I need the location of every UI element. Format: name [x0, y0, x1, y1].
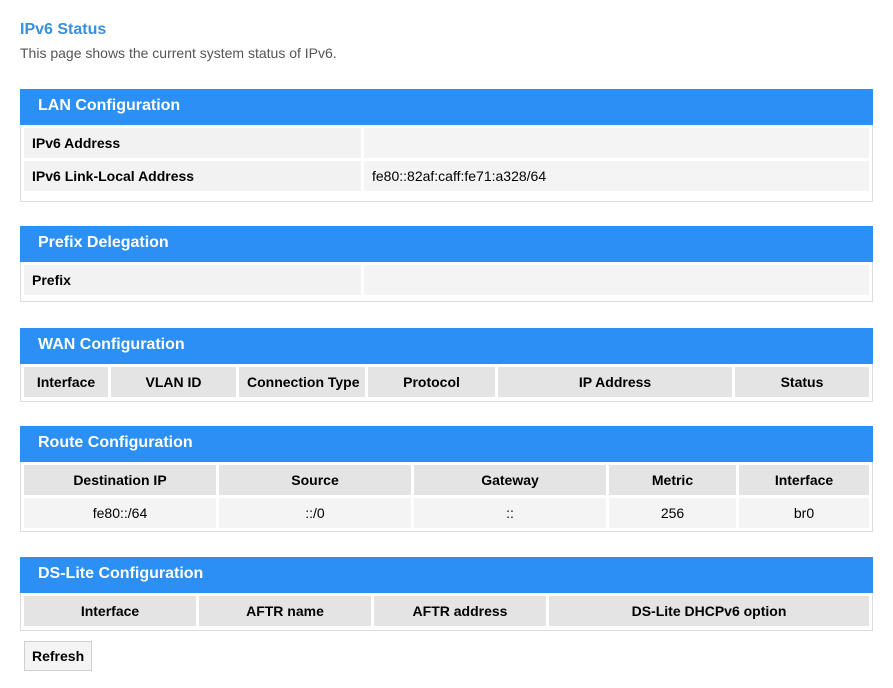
route-configuration-section: Route Configuration Destination IP Sourc…	[20, 426, 873, 532]
ipv6-link-local-value: fe80::82af:caff:fe71:a328/64	[364, 161, 869, 191]
prefix-delegation-table: Prefix	[21, 262, 872, 298]
dslite-configuration-header: DS-Lite Configuration	[20, 557, 873, 593]
column-header: Gateway	[414, 465, 606, 495]
lan-configuration-section: LAN Configuration IPv6 Address IPv6 Link…	[20, 89, 873, 202]
route-configuration-table: Destination IP Source Gateway Metric Int…	[21, 462, 872, 531]
metric-cell: 256	[609, 498, 736, 528]
column-header: VLAN ID	[111, 367, 236, 397]
column-header: Destination IP	[24, 465, 216, 495]
wan-configuration-table: Interface VLAN ID Connection Type Protoc…	[21, 364, 872, 400]
interface-cell: br0	[739, 498, 869, 528]
refresh-button[interactable]: Refresh	[24, 641, 93, 671]
table-row: fe80::/64 ::/0 :: 256 br0	[24, 498, 869, 528]
table-header-row: Interface VLAN ID Connection Type Protoc…	[24, 367, 869, 397]
prefix-delegation-header: Prefix Delegation	[20, 226, 873, 262]
prefix-delegation-section: Prefix Delegation Prefix	[20, 226, 873, 302]
ipv6-address-label: IPv6 Address	[24, 128, 361, 158]
dslite-configuration-table: Interface AFTR name AFTR address DS-Lite…	[21, 593, 872, 629]
table-row: IPv6 Address	[24, 128, 869, 158]
lan-configuration-header: LAN Configuration	[20, 89, 873, 125]
column-header: Protocol	[368, 367, 495, 397]
column-header: Source	[219, 465, 411, 495]
table-row: Prefix	[24, 265, 869, 295]
column-header: Status	[735, 367, 869, 397]
column-header: Interface	[739, 465, 869, 495]
gateway-cell: ::	[414, 498, 606, 528]
table-header-row: Interface AFTR name AFTR address DS-Lite…	[24, 596, 869, 626]
source-cell: ::/0	[219, 498, 411, 528]
lan-configuration-table: IPv6 Address IPv6 Link-Local Address fe8…	[21, 125, 872, 194]
column-header: Connection Type	[239, 367, 365, 397]
prefix-label: Prefix	[24, 265, 361, 295]
column-header: Interface	[24, 367, 108, 397]
table-row: IPv6 Link-Local Address fe80::82af:caff:…	[24, 161, 869, 191]
destination-ip-cell: fe80::/64	[24, 498, 216, 528]
page-title: IPv6 Status	[20, 21, 107, 38]
column-header: Metric	[609, 465, 736, 495]
route-configuration-header: Route Configuration	[20, 426, 873, 462]
ipv6-address-value	[364, 128, 869, 158]
prefix-value	[364, 265, 869, 295]
column-header: DS-Lite DHCPv6 option	[549, 596, 869, 626]
column-header: AFTR address	[374, 596, 546, 626]
table-header-row: Destination IP Source Gateway Metric Int…	[24, 465, 869, 495]
column-header: AFTR name	[199, 596, 371, 626]
column-header: IP Address	[498, 367, 732, 397]
wan-configuration-header: WAN Configuration	[20, 328, 873, 364]
page-description: This page shows the current system statu…	[20, 45, 337, 61]
column-header: Interface	[24, 596, 196, 626]
dslite-configuration-section: DS-Lite Configuration Interface AFTR nam…	[20, 557, 873, 631]
wan-configuration-section: WAN Configuration Interface VLAN ID Conn…	[20, 328, 873, 402]
ipv6-link-local-label: IPv6 Link-Local Address	[24, 161, 361, 191]
